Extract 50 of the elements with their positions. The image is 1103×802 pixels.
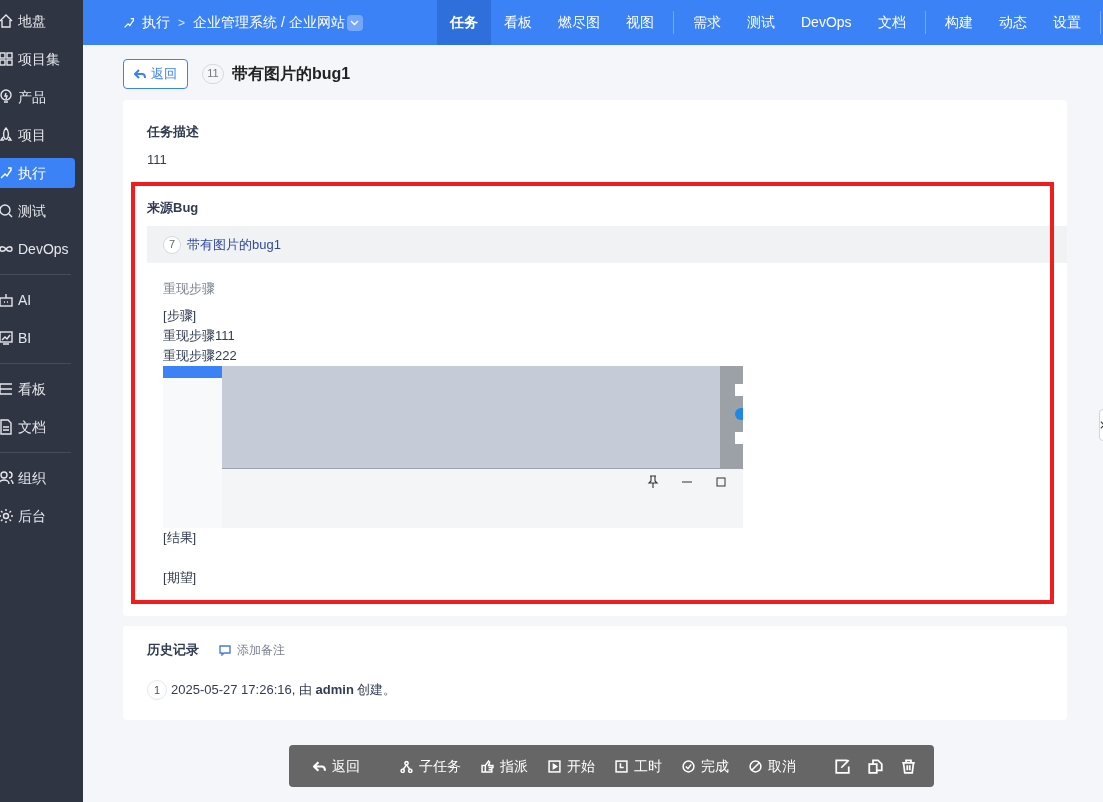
nav-tab[interactable]: 任务 [437,0,491,45]
nav-tab[interactable]: 设置 [1039,0,1094,45]
sidebar-item[interactable]: BI [0,323,75,353]
section-heading: 来源Bug [147,199,200,217]
sidebar-item[interactable]: 组织 [0,463,75,493]
nav-tab[interactable]: 视图 [613,0,667,45]
nav-tab[interactable]: 需求 [680,0,734,45]
sidebar-item[interactable]: 后台 [0,501,75,531]
nav-tab[interactable]: 构建 [931,0,986,45]
steps-line: [期望] [163,569,198,587]
nav-tab[interactable]: 测试 [734,0,788,45]
id-badge: 7 [163,235,181,254]
toolbar-button[interactable]: 完成 [672,750,739,782]
project-name[interactable]: 企业管理系统 / 企业网站 [193,12,345,33]
nav-tab[interactable]: DevOps [788,0,865,45]
history-entry: 2025-05-27 17:26:16, 由 admin 创建。 [171,681,397,700]
nav-tab[interactable]: 看板 [491,0,545,45]
sidebar-item[interactable]: 项目 [0,120,75,150]
steps-line: 重现步骤111 [163,327,236,345]
toolbar-button[interactable]: 返回 [303,750,370,782]
sidebar-item[interactable]: DevOps [0,234,75,264]
steps-line: [结果] [163,529,198,547]
sidebar-item[interactable]: 产品 [0,82,75,112]
section-heading: 历史记录 [147,641,199,660]
toolbar-button[interactable]: 指派 [471,750,538,782]
nav-tab[interactable]: 燃尽图 [545,0,613,45]
toolbar-button[interactable]: 子任务 [390,750,471,782]
toolbar-button[interactable]: 开始 [538,750,605,782]
section-heading: 任务描述 [147,123,200,141]
toolbar-button[interactable]: 取消 [739,750,806,782]
bug-link[interactable]: 带有图片的bug1 [187,234,281,255]
nav-tab[interactable]: 动态 [985,0,1040,45]
sidebar-item[interactable]: 项目集 [0,44,75,74]
steps-line: 重现步骤222 [163,347,238,365]
toolbar-button[interactable]: 工时 [605,750,672,782]
sidebar-item[interactable]: 文档 [0,412,75,442]
nav-tab[interactable]: 文档 [864,0,919,45]
breadcrumb-separator: > [178,14,185,32]
sidebar-item[interactable]: AI [0,285,75,315]
sidebar-item[interactable]: 测试 [0,196,75,226]
breadcrumb-link[interactable]: 执行 [142,12,170,33]
add-note-link[interactable]: 添加备注 [219,641,285,659]
page-title: 带有图片的bug1 [232,63,351,84]
sidebar-item[interactable]: 地盘 [0,6,75,36]
sidebar-item[interactable]: 看板 [0,374,75,404]
back-button[interactable]: 返回 [123,58,188,89]
steps-line: [步骤] [163,307,198,325]
steps-heading: 重现步骤 [163,280,216,298]
sidebar-item[interactable]: 执行 [0,158,75,188]
description-text: 111 [147,151,168,169]
